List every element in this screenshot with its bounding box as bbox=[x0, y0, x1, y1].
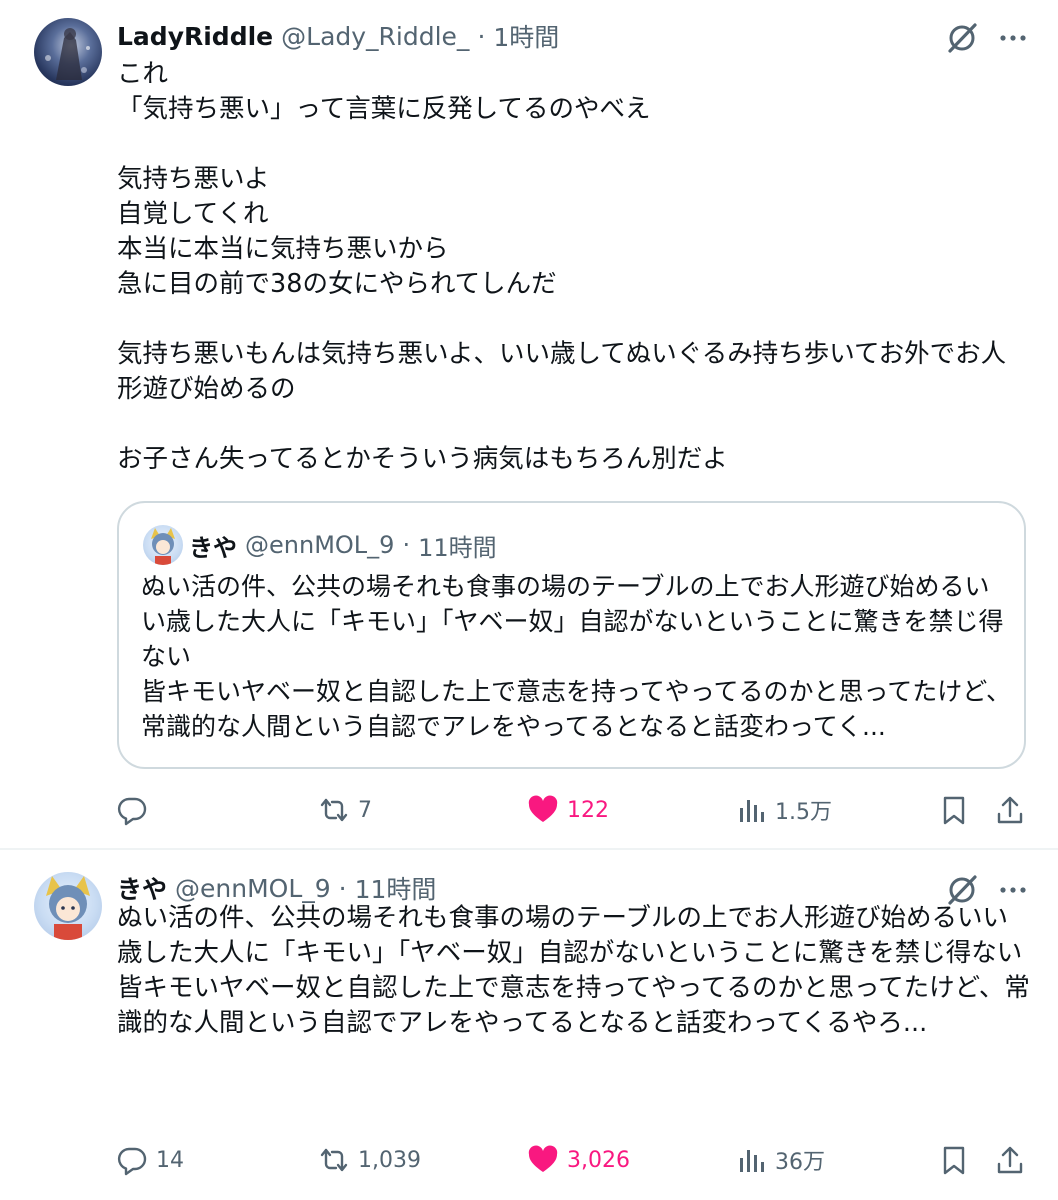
retweet-count: 7 bbox=[358, 797, 372, 823]
like-count: 3,026 bbox=[567, 1147, 630, 1173]
tweet-actions: 7 122 1.5万 bbox=[0, 790, 1058, 830]
like-count: 122 bbox=[567, 797, 609, 823]
views-button[interactable]: 36万 bbox=[735, 1140, 825, 1180]
avatar[interactable] bbox=[143, 525, 183, 565]
display-name[interactable]: きや bbox=[189, 528, 237, 563]
quoted-tweet-header: きや @ennMOL_9 · 11時間 bbox=[189, 527, 497, 563]
avatar[interactable] bbox=[34, 872, 102, 940]
views-button[interactable]: 1.5万 bbox=[735, 790, 832, 830]
like-icon bbox=[528, 1145, 558, 1172]
reply-icon bbox=[117, 1147, 147, 1176]
user-handle[interactable]: @ennMOL_9 bbox=[175, 874, 331, 903]
grok-icon[interactable] bbox=[944, 20, 980, 56]
retweet-count: 1,039 bbox=[358, 1147, 421, 1173]
timeline-feed: LadyRiddle @Lady_Riddle_ · 1時間 これ 「気持ち悪い… bbox=[0, 0, 1058, 1200]
share-icon bbox=[997, 796, 1023, 824]
reply-icon bbox=[117, 797, 147, 826]
tweet-header: LadyRiddle @Lady_Riddle_ · 1時間 bbox=[117, 16, 559, 56]
timestamp[interactable]: 11時間 bbox=[418, 528, 497, 563]
share-icon bbox=[997, 1146, 1023, 1174]
view-count: 1.5万 bbox=[775, 800, 832, 825]
bookmark-icon bbox=[943, 1146, 965, 1175]
tweet-actions: 14 1,039 3,026 36万 bbox=[0, 1140, 1058, 1180]
display-name[interactable]: LadyRiddle bbox=[117, 22, 273, 51]
retweet-icon bbox=[320, 1148, 348, 1172]
tweet[interactable]: LadyRiddle @Lady_Riddle_ · 1時間 これ 「気持ち悪い… bbox=[0, 0, 1058, 848]
reply-count: 14 bbox=[156, 1147, 184, 1173]
reply-button[interactable]: 14 bbox=[116, 1140, 184, 1180]
view-count: 36万 bbox=[775, 1150, 825, 1175]
views-icon bbox=[740, 1150, 764, 1172]
more-icon[interactable] bbox=[996, 21, 1030, 55]
bookmark-icon bbox=[943, 796, 965, 825]
timestamp[interactable]: 1時間 bbox=[493, 18, 559, 54]
quoted-tweet[interactable]: きや @ennMOL_9 · 11時間 ぬい活の件、公共の場それも食事の場のテー… bbox=[117, 501, 1026, 769]
views-icon bbox=[740, 800, 764, 822]
avatar[interactable] bbox=[34, 18, 102, 86]
user-handle[interactable]: @ennMOL_9 bbox=[245, 531, 394, 559]
bookmark-button[interactable] bbox=[938, 1140, 970, 1180]
share-button[interactable] bbox=[994, 1140, 1026, 1180]
like-icon bbox=[528, 795, 558, 822]
tweet-text: これ 「気持ち悪い」って言葉に反発してるのやべえ 気持ち悪いよ 自覚してくれ 本… bbox=[117, 59, 1007, 474]
separator-dot: · bbox=[338, 873, 347, 903]
separator-dot: · bbox=[477, 21, 486, 51]
share-button[interactable] bbox=[994, 790, 1026, 830]
user-handle[interactable]: @Lady_Riddle_ bbox=[281, 22, 469, 51]
retweet-button[interactable]: 1,039 bbox=[318, 1140, 421, 1180]
retweet-icon bbox=[320, 798, 348, 822]
separator-dot: · bbox=[402, 531, 411, 559]
bookmark-button[interactable] bbox=[938, 790, 970, 830]
quoted-tweet-text: ぬい活の件、公共の場それも食事の場のテーブルの上でお人形遊び始めるいい歳した大人… bbox=[141, 572, 1012, 741]
tweet[interactable]: きや @ennMOL_9 · 11時間 ぬい活の件、公共の場それも食事の場のテー… bbox=[0, 850, 1058, 1200]
like-button[interactable]: 3,026 bbox=[527, 1140, 630, 1180]
retweet-button[interactable]: 7 bbox=[318, 790, 372, 830]
reply-button[interactable] bbox=[116, 790, 156, 830]
like-button[interactable]: 122 bbox=[527, 790, 609, 830]
tweet-text: ぬい活の件、公共の場それも食事の場のテーブルの上でお人形遊び始めるいい歳した大人… bbox=[117, 903, 1030, 1038]
